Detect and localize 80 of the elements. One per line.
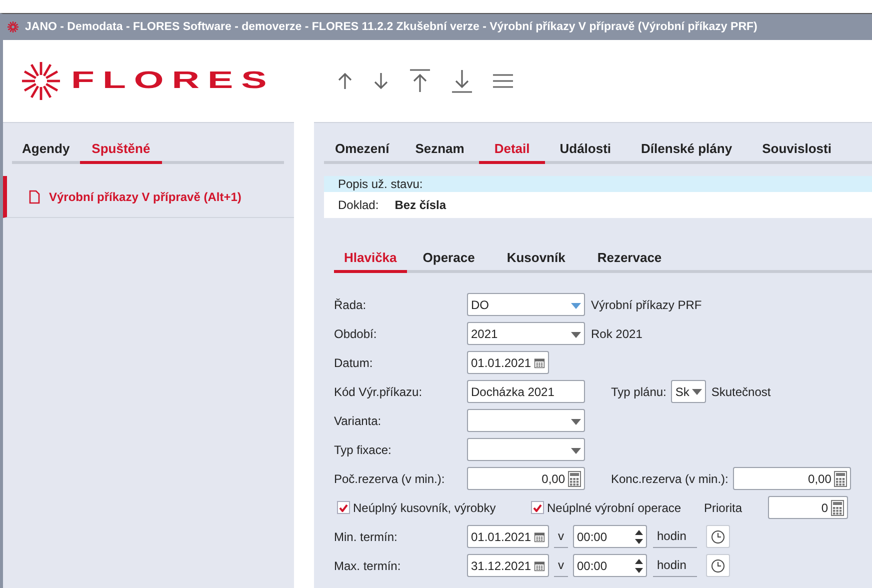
clock-icon [711,558,725,572]
arrow-to-top-icon[interactable] [409,69,431,93]
clock-button[interactable] [706,554,730,577]
document-label: Doklad: [338,198,379,212]
app-logo-icon [7,21,19,33]
time-unit: hodin [653,525,697,548]
time-unit: hodin [653,554,697,577]
time-field[interactable]: 00:00 [573,525,647,548]
logo-text: FLORES [71,67,275,95]
subtab[interactable]: Operace [406,244,491,273]
checkbox[interactable]: Neúplný kusovník, výrobky [337,500,531,514]
field-description: Výrobní příkazy PRF [591,298,702,312]
field-label: Konc.rezerva (v min.): [611,472,728,486]
arrow-to-bottom-icon[interactable] [451,69,473,93]
time-prefix: v [554,554,568,577]
input-field[interactable]: Docházka 2021 [467,380,585,403]
field-label: Kód Výr.příkazu: [334,384,424,398]
logo-icon [21,61,61,101]
field-description: Skutečnost [711,384,771,398]
sidebar-tab[interactable]: Agendy [12,135,80,164]
calculator-icon [834,470,848,486]
document-icon [29,190,40,204]
caret-icon [571,418,581,424]
tab[interactable]: Události [544,135,626,164]
field-label: Řada: [334,298,368,312]
calculator-icon [568,470,581,486]
dropdown-field[interactable] [467,409,585,432]
tab[interactable]: Dílenské plány [626,135,748,164]
calendar-icon [534,530,545,544]
number-field[interactable]: 0,00 [467,467,585,490]
subtab[interactable]: Hlavička [334,244,407,273]
clock-icon [711,530,725,544]
menu-icon[interactable] [493,73,513,89]
field-label: Datum: [334,356,374,370]
field-label: Priorita [704,500,744,514]
field-label: Období: [334,326,378,340]
time-prefix: v [554,525,568,548]
subtab[interactable]: Kusovník [490,244,582,273]
spinner-icon [635,530,643,544]
tab[interactable]: Seznam [400,135,480,164]
window-title: JANO - Demodata - FLORES Software - demoverze - FLORES 11.2.2 Zkušební verze - Výrobní příkazy V přípravě (Výrobní příkazy PRF) [25,21,758,33]
date-field[interactable]: 01.01.2021 [467,351,549,374]
dropdown-field[interactable]: 2021 [467,322,585,345]
tab[interactable]: Omezení [324,135,400,164]
field-label: Max. termín: [334,558,402,572]
caret-icon [571,448,581,454]
number-field[interactable]: 0,00 [733,467,852,490]
dropdown-field[interactable] [467,438,585,461]
checkmark-icon [533,504,542,512]
field-label: Typ plánu: [611,384,666,398]
tab[interactable]: Souvislosti [747,135,846,164]
checkbox[interactable]: Neúplné výrobní operace [531,500,704,514]
date-field[interactable]: 31.12.2021 [467,554,549,577]
field-label: Min. termín: [334,530,398,544]
calendar-icon [534,356,545,370]
checkmark-icon [339,504,348,512]
caret-icon [571,332,581,338]
sidebar-tab[interactable]: Spuštěné [80,135,162,164]
sidebar-item[interactable]: Výrobní příkazy V přípravě (Alt+1) [3,176,294,218]
spinner-icon [635,558,643,572]
clock-button[interactable] [706,525,730,548]
time-field[interactable]: 00:00 [573,554,647,577]
status-label: Popis už. stavu: [338,177,423,191]
document-number: Bez čísla [394,198,446,212]
subtab[interactable]: Rezervace [581,244,678,273]
field-label: Varianta: [334,414,382,428]
date-field[interactable]: 01.01.2021 [467,525,549,548]
dropdown-field[interactable]: DO [467,293,585,316]
field-description: Rok 2021 [591,326,642,340]
arrow-up-icon[interactable] [337,71,353,91]
number-field[interactable]: 0 [768,496,848,519]
caret-icon [571,302,581,308]
calculator-icon [831,500,844,516]
field-label: Typ fixace: [334,442,392,456]
tab[interactable]: Detail [479,135,545,164]
calendar-icon [534,558,545,572]
caret-icon [692,388,702,394]
arrow-down-icon[interactable] [373,71,389,91]
field-label: Poč.rezerva (v min.): [334,472,446,486]
dropdown-field[interactable]: Sk [671,380,706,403]
